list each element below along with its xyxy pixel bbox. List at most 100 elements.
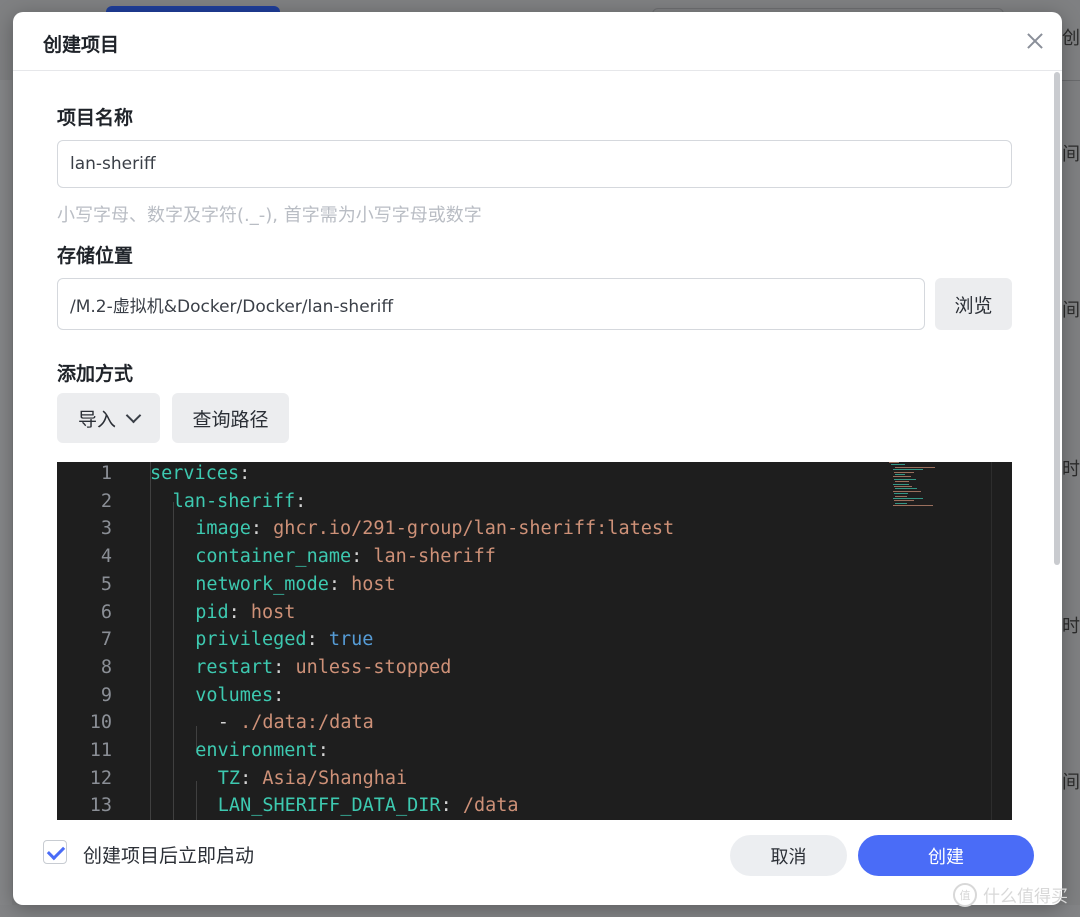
code-line: restart: unless-stopped [195,657,451,678]
code-line: container_name: lan-sheriff [195,546,496,567]
yaml-separator: : [273,684,285,706]
yaml-value: /data [462,795,519,817]
create-project-dialog: 创建项目 项目名称 lan-sheriff 小写字母、数字及字符(._-), 首… [13,12,1062,905]
yaml-key: restart [195,656,274,678]
background-left-panel [0,80,12,917]
cancel-button[interactable]: 取消 [730,835,847,876]
query-path-button[interactable]: 查询路径 [172,393,289,443]
dialog-header: 创建项目 [13,12,1062,71]
indent-guide [173,502,174,820]
yaml-separator: : [239,463,251,484]
background-time-fragment: 间 [1062,144,1080,165]
yaml-key: network_mode [195,573,329,595]
minimap-line [893,469,923,471]
yaml-value: Asia/Shanghai [262,767,408,789]
code-line: lan-sheriff: [173,491,307,512]
line-number: 13 [89,795,112,817]
code-line: services: [150,463,250,484]
minimap-line [893,505,933,507]
autostart-checkbox[interactable] [43,840,67,864]
minimap-line [894,486,912,487]
minimap-line [894,471,914,473]
line-number: 7 [100,629,112,651]
storage-location-label: 存储位置 [57,245,134,267]
line-number: 9 [100,684,112,706]
background-create-fragment: 创 [1062,28,1080,49]
minimap-line [895,474,905,475]
import-label: 导入 [77,408,116,431]
yaml-separator: : [228,601,251,623]
watermark-logo-icon: 值 [953,882,977,907]
code-line: TZ: Asia/Shanghai [218,768,407,789]
minimap-line [895,488,917,490]
yaml-value: true [328,629,374,651]
chevron-down-icon [125,407,142,423]
line-number: 1 [100,463,112,484]
yaml-key: lan-sheriff [172,490,296,512]
code-line: LAN_SHERIFF_DATA_DIR: /data [218,795,519,816]
yaml-separator: : [440,795,463,817]
yaml-value: lan-sheriff [373,546,496,568]
minimap-line [893,483,909,485]
minimap-line [895,502,907,504]
yaml-key: LAN_SHERIFF_DATA_DIR [217,795,441,817]
minimap-line [894,500,914,502]
close-icon[interactable] [1024,30,1046,52]
line-number: 3 [100,518,112,540]
code-line: image: ghcr.io/291-group/lan-sheriff:lat… [195,518,674,539]
minimap-line [895,495,907,497]
line-number: 8 [100,656,112,678]
storage-path-value: /M.2-虚拟机&Docker/Docker/lan-sheriff [70,296,394,317]
create-button[interactable]: 创建 [858,835,1034,876]
background-time-fragment: 时间 [1062,459,1080,480]
code-line: network_mode: host [195,574,396,595]
code-line: volumes: [195,685,284,706]
line-number: 10 [89,712,112,734]
yaml-separator: : [306,629,329,651]
yaml-separator: : [328,573,352,595]
line-number: 11 [89,740,112,761]
editor-minimap[interactable] [889,462,959,512]
indent-guide [150,462,151,820]
code-line: - ./data:/data [218,712,374,733]
background-time-fragment: 间 [1062,300,1080,321]
yaml-value: host [351,573,396,595]
watermark: 值 什么值得买 [953,882,1068,907]
yaml-code-editor[interactable]: 1 services: 2 lan-sheriff: 3 image: ghcr.io/2… [57,462,1012,820]
code-line: pid: host [195,602,295,623]
add-method-label: 添加方式 [57,363,134,385]
yaml-key: pid [195,601,229,623]
background-bottom-bar [0,905,1080,917]
storage-path-input[interactable]: /M.2-虚拟机&Docker/Docker/lan-sheriff [57,278,925,330]
line-number: 2 [100,490,112,512]
minimap-line [893,498,923,499]
yaml-value: host [250,601,296,623]
line-number: 5 [100,573,112,595]
dialog-scrollbar-thumb[interactable] [1054,72,1060,565]
line-number: 4 [100,546,112,568]
editor-scrollbar[interactable] [991,462,992,820]
yaml-separator: : [317,740,329,761]
background-time-fragment: 间 [1062,772,1080,793]
yaml-separator: : [273,656,296,678]
yaml-key: TZ [217,767,241,789]
dialog-title: 创建项目 [43,34,120,56]
yaml-value: ./data:/data [240,712,374,734]
yaml-separator: : [250,518,274,540]
browse-button[interactable]: 浏览 [935,278,1012,330]
code-line: privileged: true [195,629,373,650]
minimap-line [891,464,905,466]
minimap-line [889,462,899,463]
minimap-line [895,481,909,483]
background-divider [1062,80,1080,81]
project-name-hint: 小写字母、数字及字符(._-), 首字需为小写字母或数字 [57,205,482,226]
yaml-key: volumes [195,684,274,706]
background-time-fragment: 时间 [1062,616,1080,637]
project-name-label: 项目名称 [57,107,134,129]
yaml-separator: : [240,767,263,789]
watermark-text: 什么值得买 [983,887,1068,907]
project-name-input[interactable]: lan-sheriff [57,140,1012,188]
import-dropdown-button[interactable]: 导入 [57,393,160,443]
yaml-key: environment [195,740,318,761]
minimap-line [893,490,921,492]
